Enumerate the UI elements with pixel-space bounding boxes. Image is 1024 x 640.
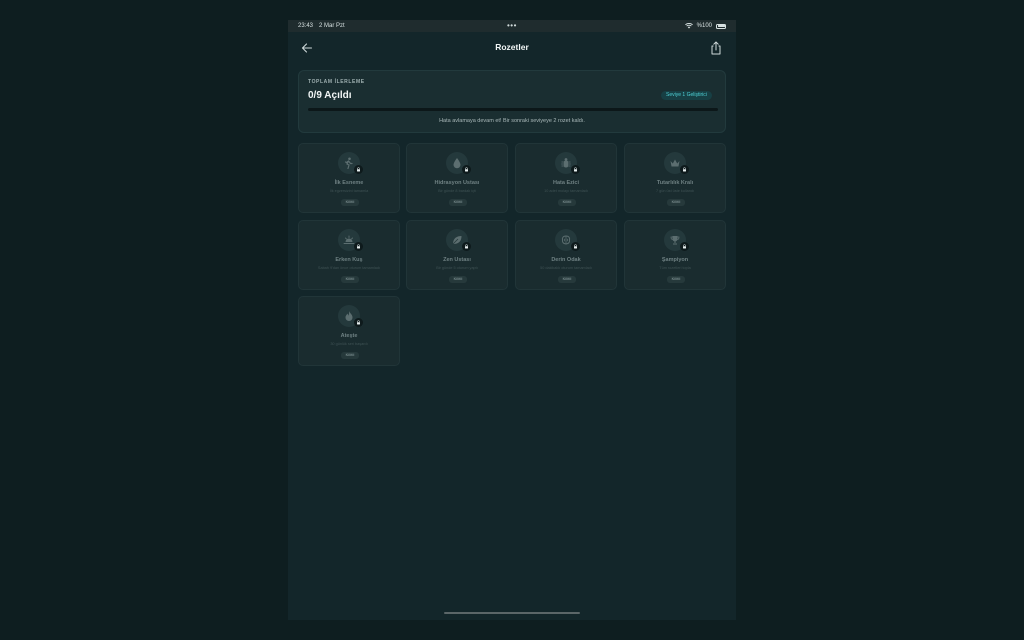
lock-icon: [354, 165, 363, 174]
badge-status: Kilitli: [341, 199, 359, 206]
badge-status: Kilitli: [341, 276, 359, 283]
badge-icon: [664, 152, 689, 174]
badge-description: Bir günde 8 bardak içti: [438, 189, 476, 193]
badge-status: Kilitli: [449, 276, 467, 283]
badge-card[interactable]: Hata Ezici 10 adet molayı tamamladı Kili…: [515, 143, 617, 213]
badge-icon: [338, 305, 363, 327]
badge-status: Kilitli: [667, 276, 685, 283]
badge-icon: [338, 152, 363, 174]
battery-icon: [716, 23, 726, 29]
badge-name: Erken Kuş: [335, 257, 363, 263]
badge-icon: [446, 229, 471, 251]
badge-card[interactable]: Zen Ustası Bir günde 5 oturum yaptı Kili…: [406, 220, 508, 290]
lock-icon: [680, 165, 689, 174]
lock-icon: [680, 242, 689, 251]
progress-bar: [308, 108, 718, 111]
badge-card[interactable]: Ateşte 30 günlük seri başardı Kilitli: [298, 296, 400, 366]
badge-name: Hata Ezici: [553, 180, 579, 186]
home-indicator[interactable]: [444, 612, 580, 614]
page-title: Rozetler: [495, 42, 529, 52]
badge-card[interactable]: Tutarlılık Kralı 7 gün üst üste kullandı…: [624, 143, 726, 213]
badge-name: Hidrasyon Ustası: [434, 180, 480, 186]
total-progress-card: TOPLAM İLERLEME 0/9 Açıldı Seviye 1 Geli…: [298, 70, 726, 133]
lock-icon: [354, 242, 363, 251]
app-window: 23:43 2 Mar Pzt ••• %100 Rozetler TOPLAM…: [288, 20, 736, 620]
badge-card[interactable]: İlk Esneme İlk egzersizini tamamla Kilit…: [298, 143, 400, 213]
lock-icon: [571, 242, 580, 251]
badge-description: Tüm rozetleri topla: [659, 266, 691, 270]
badge-icon: [664, 229, 689, 251]
badge-status: Kilitli: [667, 199, 685, 206]
share-icon: [711, 41, 721, 55]
badge-name: Şampiyon: [661, 257, 689, 263]
lock-icon: [571, 165, 580, 174]
status-date: 2 Mar Pzt: [319, 23, 345, 29]
navigation-bar: Rozetler: [288, 36, 736, 60]
badge-description: 10 adet molayı tamamladı: [544, 189, 588, 193]
badge-card[interactable]: Şampiyon Tüm rozetleri topla Kilitli: [624, 220, 726, 290]
progress-caption: TOPLAM İLERLEME: [308, 79, 365, 85]
badge-status: Kilitli: [449, 199, 467, 206]
badge-description: 7 gün üst üste kullandı: [656, 189, 694, 193]
badge-description: 50 dakikalık oturum tamamladı: [540, 266, 592, 270]
badge-status: Kilitli: [558, 276, 576, 283]
badge-card[interactable]: Hidrasyon Ustası Bir günde 8 bardak içti…: [406, 143, 508, 213]
share-button[interactable]: [709, 40, 723, 56]
status-right: %100: [684, 23, 726, 29]
badge-name: Derin Odak: [551, 257, 581, 263]
badge-status: Kilitli: [558, 199, 576, 206]
status-left: 23:43 2 Mar Pzt: [298, 23, 345, 29]
lock-icon: [354, 318, 363, 327]
badge-name: İlk Esneme: [334, 180, 364, 186]
badge-name: Tutarlılık Kralı: [656, 180, 694, 186]
badge-card[interactable]: Erken Kuş Sabah 9'dan önce oturum tamaml…: [298, 220, 400, 290]
badge-icon: [555, 229, 580, 251]
badge-description: İlk egzersizini tamamla: [329, 189, 369, 193]
progress-hint: Hata avlamaya devam et! Bir sonraki sevi…: [439, 118, 585, 124]
lock-icon: [462, 165, 471, 174]
badge-description: 30 günlük seri başardı: [330, 342, 368, 346]
badge-icon: [446, 152, 471, 174]
badge-description: Sabah 9'dan önce oturum tamamladı: [317, 266, 381, 270]
status-bar: 23:43 2 Mar Pzt ••• %100: [288, 20, 736, 32]
badge-name: Zen Ustası: [443, 257, 471, 263]
multitasking-dots-icon[interactable]: •••: [507, 22, 517, 30]
status-time: 23:43: [298, 23, 314, 29]
badge-description: Bir günde 5 oturum yaptı: [436, 266, 478, 270]
badge-name: Ateşte: [340, 333, 358, 339]
lock-icon: [462, 242, 471, 251]
battery-percent: %100: [696, 23, 712, 29]
wifi-icon: [684, 23, 693, 29]
badge-icon: [555, 152, 580, 174]
level-badge: Seviye 1 Geliştirici: [661, 91, 712, 100]
badge-status: Kilitli: [341, 352, 359, 359]
badge-icon: [338, 229, 363, 251]
progress-value: 0/9 Açıldı: [308, 90, 352, 101]
battery-level: [717, 25, 725, 27]
badge-card[interactable]: Derin Odak 50 dakikalık oturum tamamladı…: [515, 220, 617, 290]
